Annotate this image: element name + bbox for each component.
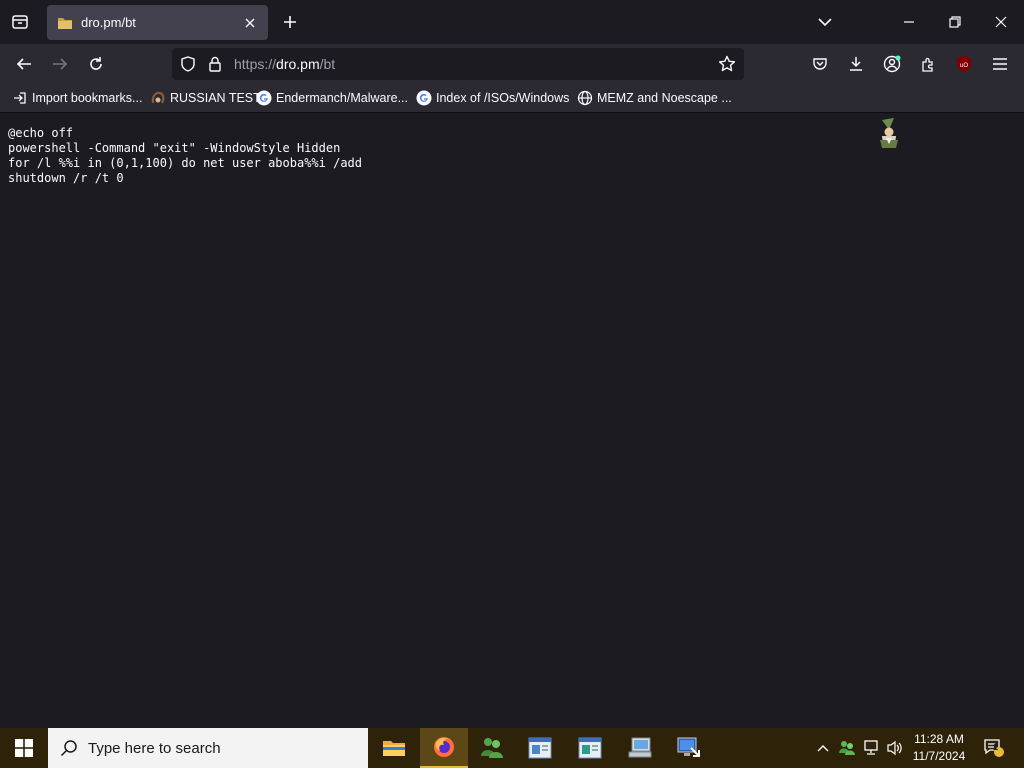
windows-start-icon[interactable]	[0, 728, 48, 768]
tab-strip: dro.pm/bt	[0, 0, 1024, 44]
page-content: @echo off powershell -Command "exit" -Wi…	[0, 113, 1024, 728]
downloads-icon[interactable]	[842, 50, 870, 78]
url-bar[interactable]: https://dro.pm/bt	[172, 48, 744, 80]
taskbar-search-box[interactable]: Type here to search	[48, 728, 368, 768]
account-icon[interactable]	[878, 50, 906, 78]
tracking-shield-icon[interactable]	[178, 54, 198, 74]
bookmarks-toolbar: Import bookmarks... RUSSIAN TEST Enderma…	[0, 84, 1024, 113]
close-tab-icon[interactable]	[240, 13, 260, 33]
bookmark-label: RUSSIAN TEST	[170, 91, 261, 105]
svg-text:uO: uO	[960, 63, 968, 69]
bookmark-endermanch[interactable]: Endermanch/Malware...	[256, 88, 408, 108]
menu-icon[interactable]	[986, 50, 1014, 78]
url-text[interactable]: https://dro.pm/bt	[234, 56, 335, 72]
navigation-toolbar: https://dro.pm/bt uO	[0, 44, 1024, 84]
windows-taskbar: Type here to search 11:28 AM 11/7/2024 1	[0, 728, 1024, 768]
bookmark-label: MEMZ and Noescape ...	[597, 91, 732, 105]
window-app-icon-1[interactable]	[516, 728, 564, 768]
close-window-icon[interactable]	[978, 0, 1024, 44]
network-computer-icon[interactable]	[616, 728, 664, 768]
reload-icon[interactable]	[82, 50, 110, 78]
new-tab-icon[interactable]	[279, 11, 301, 33]
restore-icon[interactable]	[932, 0, 978, 44]
bookmark-label: Endermanch/Malware...	[276, 91, 409, 105]
search-icon	[60, 739, 78, 757]
import-icon	[12, 90, 28, 106]
batch-script-text: @echo off powershell -Command "exit" -Wi…	[8, 126, 363, 185]
users-tray-icon[interactable]	[836, 728, 858, 768]
notification-count-badge: 1	[993, 742, 999, 752]
list-all-tabs-icon[interactable]	[814, 11, 836, 33]
firefox-view-icon[interactable]	[8, 10, 32, 34]
bookmark-russian-test[interactable]: RUSSIAN TEST	[150, 88, 261, 108]
users-taskbar-icon[interactable]	[468, 728, 516, 768]
show-hidden-icons-icon[interactable]	[812, 728, 834, 768]
url-path: /bt	[319, 56, 336, 72]
minimize-icon[interactable]	[886, 0, 932, 44]
volume-icon[interactable]	[884, 728, 906, 768]
bookmark-index-isos[interactable]: Index of /ISOs/Windows	[416, 88, 569, 108]
extensions-icon[interactable]	[914, 50, 942, 78]
clock-date: 11/7/2024	[912, 749, 966, 763]
google-icon	[256, 90, 272, 106]
lock-icon[interactable]	[205, 54, 225, 74]
bookmark-import[interactable]: Import bookmarks...	[12, 88, 142, 108]
folder-favicon-icon	[57, 15, 73, 31]
tab-title: dro.pm/bt	[81, 15, 136, 30]
action-center-icon[interactable]: 1	[980, 728, 1008, 768]
bookmark-star-icon[interactable]	[717, 54, 737, 74]
ublock-origin-icon[interactable]: uO	[950, 50, 978, 78]
back-icon[interactable]	[10, 50, 38, 78]
gnome-icon	[876, 116, 902, 155]
tab-active[interactable]: dro.pm/bt	[47, 5, 268, 40]
network-icon[interactable]	[860, 728, 882, 768]
search-placeholder: Type here to search	[88, 739, 221, 757]
hair-icon	[150, 90, 166, 106]
clock-time: 11:28 AM	[914, 732, 964, 746]
forward-icon[interactable]	[46, 50, 74, 78]
url-scheme: https://	[234, 56, 277, 72]
bookmark-memz[interactable]: MEMZ and Noescape ...	[577, 88, 732, 108]
globe-icon	[577, 90, 593, 106]
window-app-icon-2[interactable]	[566, 728, 614, 768]
bookmark-label: Index of /ISOs/Windows	[436, 91, 570, 105]
remote-desktop-icon[interactable]	[664, 728, 712, 768]
google-icon	[416, 90, 432, 106]
firefox-taskbar-icon[interactable]	[420, 728, 468, 768]
taskbar-clock[interactable]: 11:28 AM 11/7/2024	[906, 731, 972, 765]
url-host: dro.pm	[276, 56, 320, 72]
file-explorer-icon[interactable]	[370, 728, 418, 768]
pocket-icon[interactable]	[806, 50, 834, 78]
bookmark-label: Import bookmarks...	[32, 91, 143, 105]
